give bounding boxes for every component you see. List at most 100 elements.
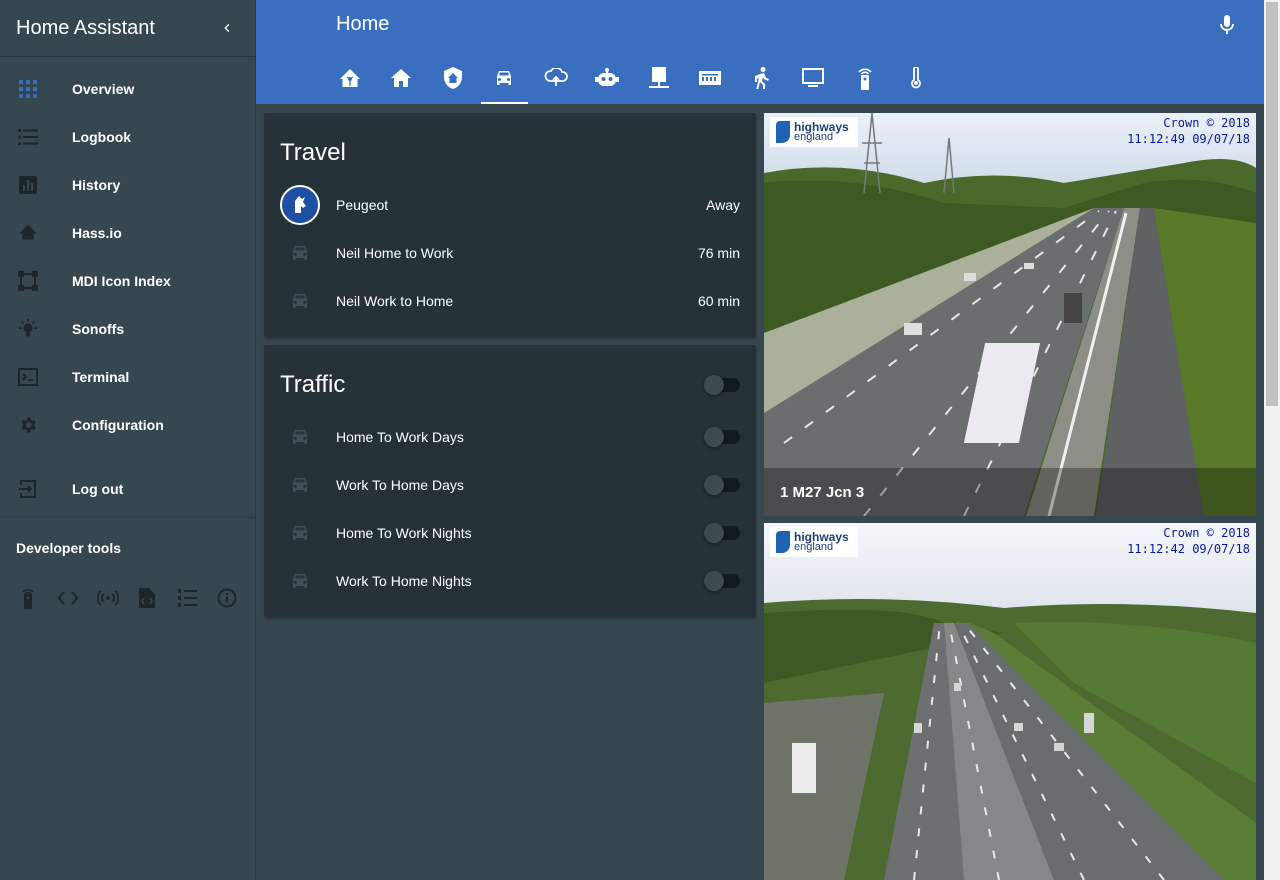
camera-card-m27-jcn3[interactable]: highways england Crown © 2018 11:12:49 09… (764, 113, 1256, 516)
sidebar-item-configuration[interactable]: Configuration (0, 401, 255, 449)
remote-icon[interactable] (8, 578, 48, 618)
logout-icon (16, 477, 40, 501)
entity-row[interactable]: Neil Work to Home 60 min (280, 281, 740, 321)
highways-england-logo: highways england (770, 527, 858, 557)
camera-card-2[interactable]: highways england Crown © 2018 11:12:42 09… (764, 523, 1256, 880)
sidebar-item-mdi-icon-index[interactable]: MDI Icon Index (0, 257, 255, 305)
entity-toggle[interactable] (704, 427, 740, 447)
tab-weather[interactable] (530, 56, 582, 104)
remote-icon (857, 66, 873, 95)
tab-remote[interactable] (839, 56, 891, 104)
tab-media[interactable] (788, 56, 840, 104)
sidebar-item-label: MDI Icon Index (72, 273, 171, 289)
sidebar-item-label: Sonoffs (72, 321, 125, 337)
information-outline-icon[interactable] (207, 578, 247, 618)
entity-row[interactable]: Home To Work Nights (280, 513, 740, 553)
chart-box-icon (16, 173, 40, 197)
card-title: Travel (280, 139, 346, 166)
developer-tools-title: Developer tools (16, 540, 122, 556)
scrollbar-thumb[interactable] (1266, 2, 1278, 406)
sidebar-item-hassio[interactable]: Hass.io (0, 209, 255, 257)
card-title: Traffic (280, 371, 346, 398)
format-list-bulleted-icon (16, 125, 40, 149)
page-scrollbar[interactable] (1264, 0, 1280, 880)
toggle-knob (704, 375, 724, 395)
settings-icon (16, 413, 40, 437)
tab-climate[interactable] (891, 56, 943, 104)
access-point-icon[interactable] (88, 578, 128, 618)
monitor-icon (802, 67, 825, 93)
home-assistant-icon (339, 68, 361, 93)
logo-text: highways england (794, 531, 849, 553)
vector-square-icon (16, 269, 40, 293)
tab-robot[interactable] (582, 56, 634, 104)
tab-motion[interactable] (736, 56, 788, 104)
logo-mark (776, 531, 790, 553)
tab-network[interactable] (685, 56, 737, 104)
toggle-knob (704, 475, 724, 495)
sidebar-item-sonoffs[interactable]: Sonoffs (0, 305, 255, 353)
car-icon (280, 513, 320, 553)
entity-name: Neil Home to Work (336, 245, 454, 261)
entity-state: 76 min (697, 245, 740, 261)
chevron-left-icon[interactable] (215, 16, 239, 40)
sidebar-item-overview[interactable]: Overview (0, 65, 255, 113)
sidebar-item-label: History (72, 177, 121, 193)
camera-image (764, 523, 1256, 880)
sidebar-item-history[interactable]: History (0, 161, 255, 209)
entity-row[interactable]: Peugeot Away (280, 185, 740, 225)
entity-row[interactable]: Work To Home Days (280, 465, 740, 505)
robot-icon (595, 67, 620, 93)
toggle-knob (704, 571, 724, 591)
entity-row[interactable]: Neil Home to Work 76 min (280, 233, 740, 273)
walk-icon (754, 66, 770, 94)
entity-row[interactable]: Work To Home Nights (280, 561, 740, 601)
sidebar-item-terminal[interactable]: Terminal (0, 353, 255, 401)
car-icon (280, 561, 320, 601)
sidebar-item-label: Configuration (72, 417, 164, 433)
entity-toggle[interactable] (704, 475, 740, 495)
code-tags-icon[interactable] (48, 578, 88, 618)
tab-travel[interactable] (479, 56, 531, 104)
sidebar-item-label: Hass.io (72, 225, 122, 241)
logout-button[interactable]: Log out (0, 465, 255, 513)
entity-row[interactable]: Home To Work Days (280, 417, 740, 457)
traffic-group-toggle[interactable] (704, 375, 740, 395)
camera-datetime: 11:12:42 09/07/18 (1127, 542, 1250, 556)
car-icon (280, 281, 320, 321)
peugeot-logo-icon (280, 185, 320, 225)
router-icon (699, 69, 722, 92)
camera-caption: 1 M27 Jcn 3 (764, 468, 1256, 516)
view-tabs (324, 56, 942, 104)
tab-security[interactable] (427, 56, 479, 104)
tab-hass[interactable] (324, 56, 376, 104)
camera-copyright: Crown © 2018 (1163, 116, 1250, 130)
entity-toggle[interactable] (704, 571, 740, 591)
sidebar-item-logbook[interactable]: Logbook (0, 113, 255, 161)
entity-toggle[interactable] (704, 523, 740, 543)
entity-name: Home To Work Days (336, 429, 464, 445)
page-title: Home (336, 13, 390, 35)
file-xml-icon[interactable] (127, 578, 167, 618)
camera-timestamp: Crown © 2018 11:12:49 09/07/18 (1127, 115, 1250, 147)
microphone-icon[interactable] (1214, 12, 1240, 38)
sidebar-item-label: Overview (72, 81, 135, 97)
shield-home-icon (443, 66, 462, 94)
entity-name: Home To Work Nights (336, 525, 472, 541)
car-icon (280, 417, 320, 457)
travel-card: Travel Peugeot Away Neil Home to Work 76… (264, 113, 756, 337)
toggle-knob (704, 427, 724, 447)
tab-home[interactable] (376, 56, 428, 104)
tab-office[interactable] (633, 56, 685, 104)
entity-name: Work To Home Days (336, 477, 464, 493)
highways-england-logo: highways england (770, 117, 858, 147)
app-header: Home (256, 0, 1264, 104)
entity-name: Work To Home Nights (336, 573, 472, 589)
traffic-card: Traffic Home To Work Days Work To Home D… (264, 345, 756, 617)
peugeot-avatar (280, 185, 320, 225)
entity-name: Neil Work to Home (336, 293, 454, 309)
sidebar-item-label: Logbook (72, 129, 132, 145)
format-list-numbers-icon[interactable] (167, 578, 207, 618)
entity-state: Away (706, 197, 740, 213)
sidebar-item-label: Terminal (72, 369, 130, 385)
